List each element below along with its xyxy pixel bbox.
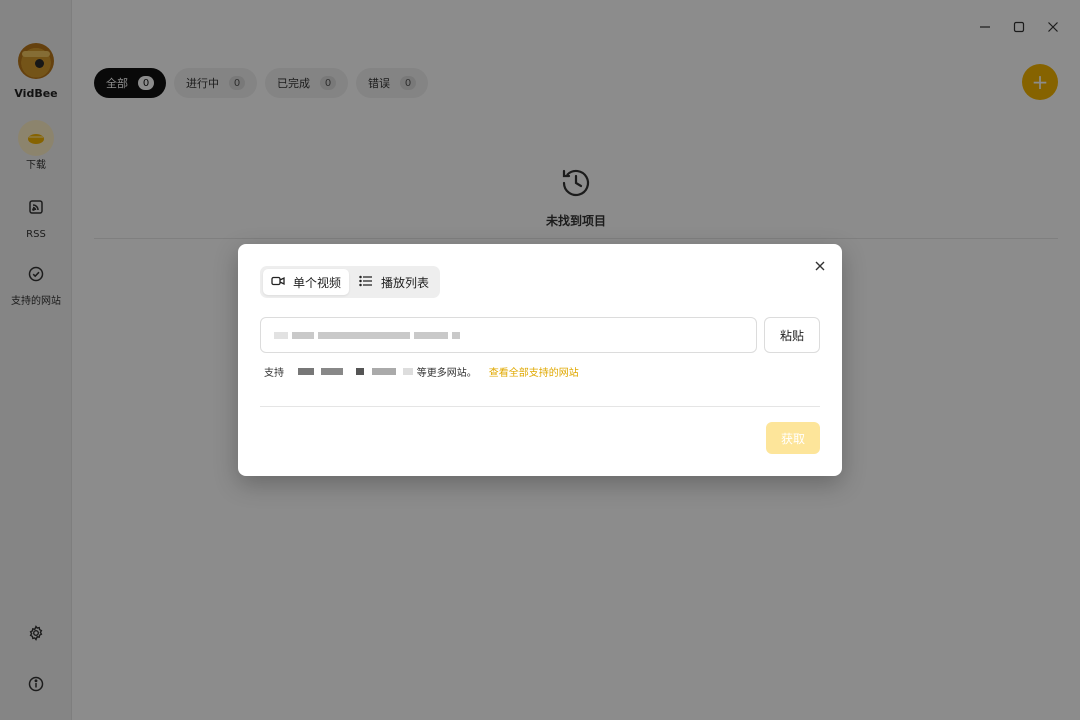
url-input-redacted-value — [274, 332, 464, 339]
support-prefix: 支持 — [264, 368, 284, 379]
view-all-sites-link[interactable]: 查看全部支持的网站 — [489, 364, 579, 379]
list-icon — [359, 275, 373, 290]
supported-sites-note: 支持 等更多网站。 查看全部支持的网站 — [264, 364, 579, 379]
support-suffix: 等更多网站。 — [416, 368, 477, 379]
dialog-tabs: 单个视频 播放列表 — [260, 266, 441, 298]
close-icon[interactable] — [812, 258, 828, 274]
dialog-divider — [260, 406, 820, 407]
tab-label: 播放列表 — [381, 275, 430, 290]
paste-button[interactable]: 粘贴 — [764, 317, 820, 353]
video-icon — [271, 275, 285, 290]
redacted-site-names — [298, 366, 417, 377]
fetch-button[interactable]: 获取 — [766, 422, 820, 454]
tab-label: 单个视频 — [293, 275, 342, 290]
tab-playlist[interactable]: 播放列表 — [351, 269, 437, 295]
add-download-dialog: 单个视频 播放列表 粘贴 支持 等更多网站。 查看全部支持的网站 获取 — [238, 244, 842, 476]
tab-single-video[interactable]: 单个视频 — [263, 269, 350, 295]
